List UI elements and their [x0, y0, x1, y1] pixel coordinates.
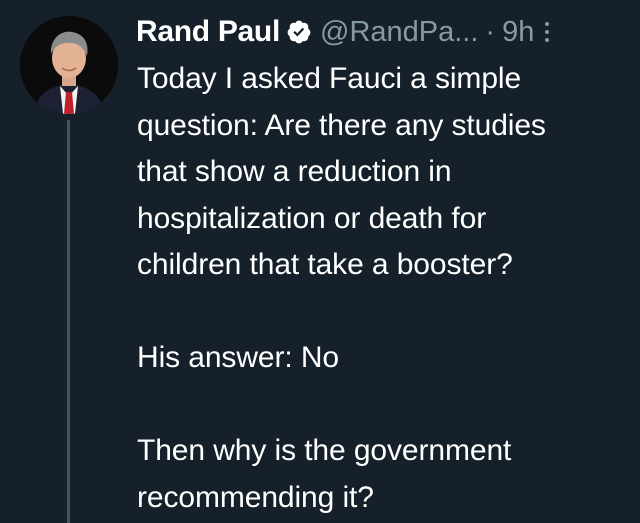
tweet-text-line: that show a reduction in: [137, 155, 452, 188]
author-handle[interactable]: @RandPa...: [320, 16, 478, 49]
tweet-paragraph: His answer: No: [137, 335, 632, 382]
verified-badge-icon: [286, 19, 312, 45]
more-vertical-icon[interactable]: [542, 20, 552, 44]
tweet-body: Today I asked Fauci a simple question: A…: [137, 56, 632, 521]
author-avatar[interactable]: [20, 16, 118, 114]
tweet-text-line: question: Are there any studies: [137, 108, 546, 142]
tweet-text-line: Today I asked Fauci a simple: [137, 62, 522, 95]
tweet-text-line: hospitalization or death for: [137, 201, 487, 235]
tweet-text-line: Then why is the government: [137, 434, 512, 467]
tweet-text-line: children that take a booster?: [137, 248, 513, 281]
thread-connector-line: [67, 120, 70, 523]
tweet-card[interactable]: Rand Paul @RandPa... · 9h Today I asked …: [0, 0, 640, 523]
tweet-paragraph: Then why is the government recommending …: [137, 428, 632, 521]
tweet-header: Rand Paul @RandPa... · 9h: [136, 12, 626, 52]
tweet-paragraph: Today I asked Fauci a simple question: A…: [137, 56, 632, 289]
author-display-name[interactable]: Rand Paul: [136, 15, 280, 49]
tweet-timestamp[interactable]: 9h: [502, 16, 534, 49]
header-separator: ·: [485, 15, 496, 48]
tweet-text-line: His answer: No: [137, 341, 339, 374]
avatar-photo-icon: [20, 16, 118, 114]
tweet-text-line: recommending it?: [137, 480, 374, 514]
